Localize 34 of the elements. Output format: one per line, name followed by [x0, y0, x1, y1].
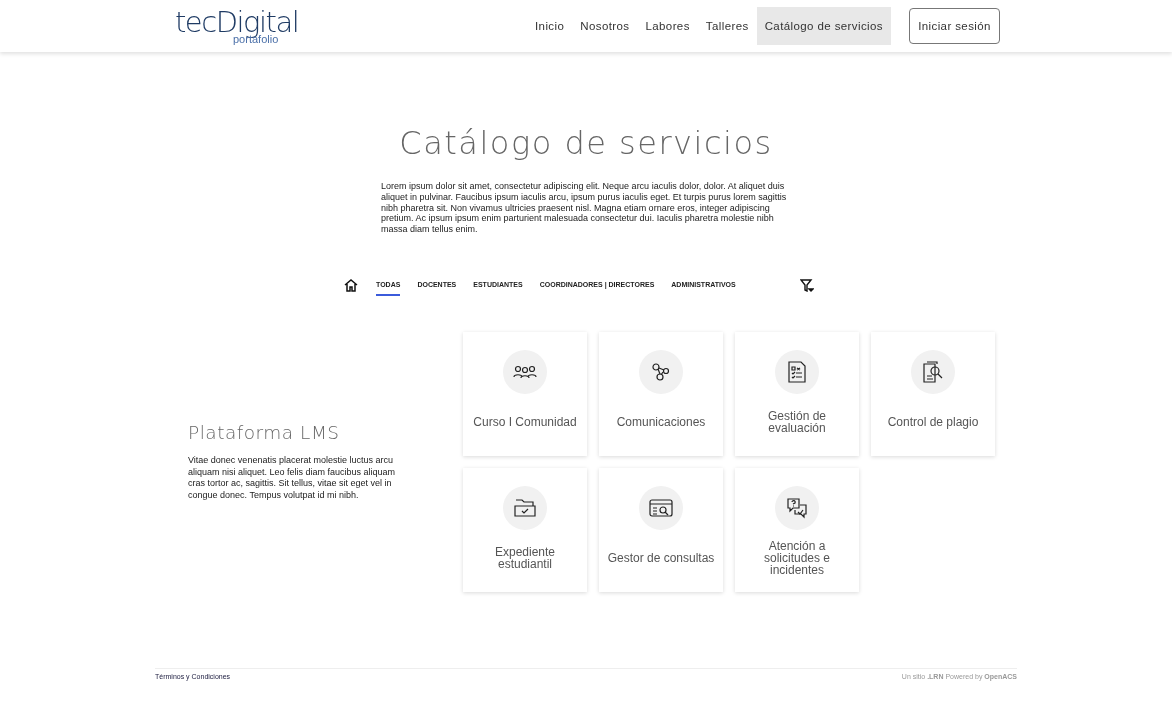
document-search-icon	[923, 361, 943, 383]
chat-bubbles-icon	[786, 497, 808, 519]
service-label: Gestión de evaluación	[766, 408, 827, 437]
filter-icon[interactable]	[800, 279, 814, 292]
login-button[interactable]: Iniciar sesión	[909, 8, 1000, 44]
service-label: Expediente estudiantil	[493, 544, 556, 573]
nav-link[interactable]: Nosotros	[572, 7, 638, 45]
service-card[interactable]: Expediente estudiantil	[463, 468, 587, 592]
service-label: Atención a solicitudes e incidentes	[762, 538, 831, 579]
service-card[interactable]: Atención a solicitudes e incidentes	[735, 468, 859, 592]
checklist-document-icon	[788, 361, 806, 383]
nav-link[interactable]: Labores	[637, 7, 698, 45]
logo[interactable]: tecDigital	[175, 7, 299, 37]
section-text: Vitae donec venenatis placerat molestie luctus arcu aliquam nisi aliquet. Leo felis diam faucibus aliquam cras tortor ac, sagittis. Sit tellus, vitae sit eget vel in congue donec. Tempus volutpat id mi nibh.	[188, 455, 397, 502]
browser-search-icon	[649, 499, 673, 517]
folder-check-icon	[514, 499, 536, 517]
service-card[interactable]: Gestión de evaluación	[735, 332, 859, 456]
service-card[interactable]: Control de plagio	[871, 332, 995, 456]
intro-text: Lorem ipsum dolor sit amet, consectetur adipiscing elit. Neque arcu iaculis dolor, dolor. At aliquet duis aliquet in pulvinar. Faucibus ipsum iaculis arcu, ipsum purus iaculis eget. Et turpis purus lorem sagittis nibh pharetra sit. Non vivamus ultricies praesent nisl. Magna etiam ornare eros, integer adipiscing pretium. Ac ipsum ipsum enim parturient malesuada consectetur dui. Iaculis pharetra molestie nibh massa diam tellus enim.	[381, 181, 788, 235]
home-icon[interactable]	[344, 279, 358, 292]
service-card[interactable]: Comunicaciones	[599, 332, 723, 456]
nav-link[interactable]: Catálogo de servicios	[756, 7, 891, 45]
nodes-icon	[652, 363, 670, 381]
people-icon	[513, 365, 537, 379]
service-label: Gestor de consultas	[606, 550, 716, 567]
service-card[interactable]: Curso I Comunidad	[463, 332, 587, 456]
service-label: Comunicaciones	[615, 414, 707, 431]
section-title: Plataforma LMS	[188, 422, 341, 444]
service-label: Control de plagio	[886, 414, 980, 431]
page-title: Catálogo de servicios	[399, 124, 773, 162]
nav-link[interactable]: Talleres	[697, 7, 757, 45]
nav-link[interactable]: Inicio	[527, 7, 573, 45]
service-label: Curso I Comunidad	[472, 414, 578, 431]
service-card[interactable]: Gestor de consultas	[599, 468, 723, 592]
